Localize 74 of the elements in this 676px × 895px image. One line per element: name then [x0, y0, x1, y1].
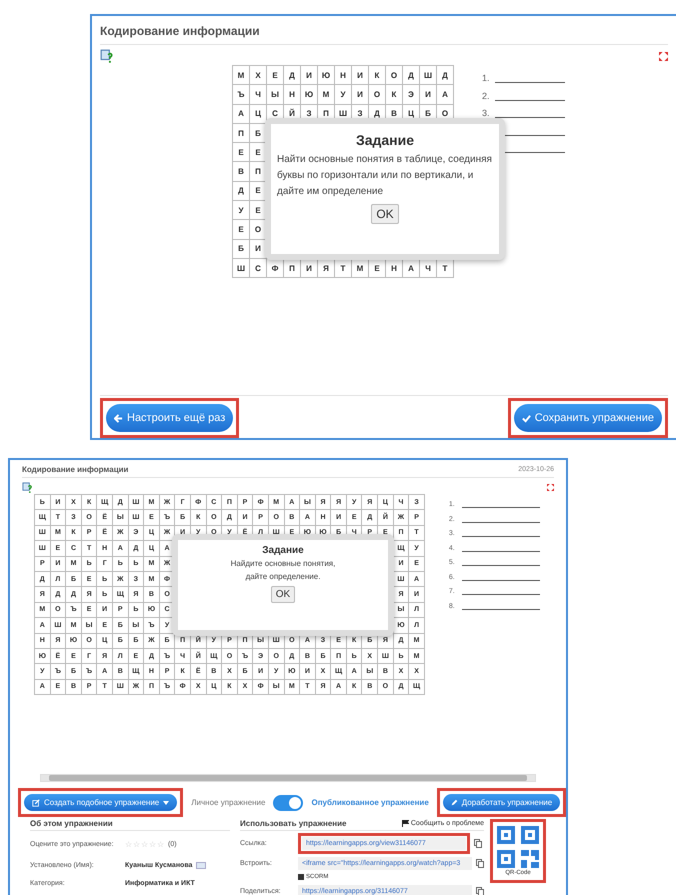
- letter-cell[interactable]: Е: [233, 220, 250, 240]
- dialog-title: Задание: [356, 132, 414, 148]
- letter-cell[interactable]: К: [369, 66, 386, 86]
- letter-cell[interactable]: Д: [403, 66, 420, 86]
- copy-icon[interactable]: [476, 858, 484, 868]
- letter-cell[interactable]: У: [335, 85, 352, 105]
- caret-icon: [163, 800, 170, 804]
- letter-cell[interactable]: М: [318, 85, 335, 105]
- qr-code-icon[interactable]: [497, 826, 539, 868]
- dialog-text: Найдите основные понятия, дайте определение.: [230, 558, 336, 583]
- reconfigure-button[interactable]: Настроить ещё раз: [106, 404, 234, 432]
- letter-cell[interactable]: Э: [403, 85, 420, 105]
- edit-icon: [32, 798, 40, 806]
- published-label: Опубликованное упражнение: [311, 798, 429, 807]
- create-similar-button[interactable]: Создать подобное упражнение: [24, 794, 178, 811]
- horizontal-scrollbar[interactable]: [40, 774, 536, 782]
- dialog-title: Задание: [262, 545, 304, 556]
- copy-icon[interactable]: [476, 886, 484, 895]
- letter-cell[interactable]: Н: [284, 85, 301, 105]
- letter-cell[interactable]: У: [233, 201, 250, 220]
- letter-cell[interactable]: Ю: [318, 66, 335, 86]
- letter-cell[interactable]: Б: [233, 240, 250, 259]
- letter-cell[interactable]: А: [233, 104, 250, 124]
- letter-cell[interactable]: В: [233, 162, 250, 182]
- letter-cell[interactable]: И: [352, 66, 369, 86]
- letter-cell[interactable]: Е: [233, 143, 250, 162]
- check-icon: [522, 414, 531, 422]
- letter-cell[interactable]: Д: [284, 66, 301, 86]
- letter-cell[interactable]: Ш: [420, 66, 437, 86]
- pencil-icon: [450, 799, 458, 806]
- answer-line[interactable]: [462, 550, 540, 552]
- answer-number: 2.: [482, 90, 491, 100]
- answer-number: 1.: [482, 73, 491, 83]
- letter-cell[interactable]: О: [369, 85, 386, 105]
- letter-cell[interactable]: Ш: [233, 258, 250, 278]
- letter-cell[interactable]: Н: [335, 66, 352, 86]
- letter-cell[interactable]: Д: [437, 66, 454, 86]
- letter-cell[interactable]: О: [386, 66, 403, 86]
- letter-cell[interactable]: Д: [233, 182, 250, 202]
- fullscreen-icon[interactable]: [659, 52, 668, 60]
- section-heading: Использовать упражнение: [240, 819, 346, 828]
- copy-icon[interactable]: [474, 839, 482, 848]
- improve-button[interactable]: Доработать упражнение: [442, 794, 560, 811]
- letter-cell[interactable]: Е: [267, 66, 284, 86]
- letter-cell[interactable]: Ю: [301, 85, 318, 105]
- fullscreen-icon[interactable]: [547, 484, 554, 491]
- flag-icon: [402, 820, 409, 827]
- section-heading: Об этом упражнении: [30, 819, 113, 828]
- answer-line[interactable]: [462, 608, 540, 610]
- dialog-text: Найти основные понятия в таблице, соединяя буквы по горизонтали или по вертикали, и дайте им определение: [277, 153, 493, 199]
- letter-cell[interactable]: М: [233, 66, 250, 86]
- save-button[interactable]: Сохранить упражнение: [514, 404, 662, 432]
- letter-cell[interactable]: Ъ: [233, 85, 250, 105]
- letter-cell[interactable]: Ы: [267, 85, 284, 105]
- letter-cell[interactable]: А: [437, 85, 454, 105]
- letter-cell[interactable]: К: [386, 85, 403, 105]
- arrow-left-icon: [114, 414, 123, 422]
- letter-cell[interactable]: П: [233, 124, 250, 144]
- letter-cell[interactable]: И: [352, 85, 369, 105]
- answer-number: 3.: [482, 108, 491, 118]
- help-icon[interactable]: [22, 482, 33, 493]
- letter-cell[interactable]: И: [420, 85, 437, 105]
- ok-button[interactable]: OK: [371, 204, 399, 224]
- package-icon: [298, 874, 304, 880]
- help-icon[interactable]: [100, 49, 114, 63]
- exercise-title: Кодирование информации: [22, 465, 128, 474]
- publish-toggle[interactable]: [273, 794, 304, 810]
- private-label: Личное упражнение: [191, 798, 266, 807]
- letter-cell[interactable]: Х: [250, 66, 267, 86]
- letter-cell[interactable]: Ч: [250, 85, 267, 105]
- ok-button[interactable]: OK: [270, 586, 296, 603]
- letter-cell[interactable]: С: [250, 258, 267, 278]
- letter-cell[interactable]: И: [301, 66, 318, 86]
- exercise-title: Кодирование информации: [100, 24, 260, 38]
